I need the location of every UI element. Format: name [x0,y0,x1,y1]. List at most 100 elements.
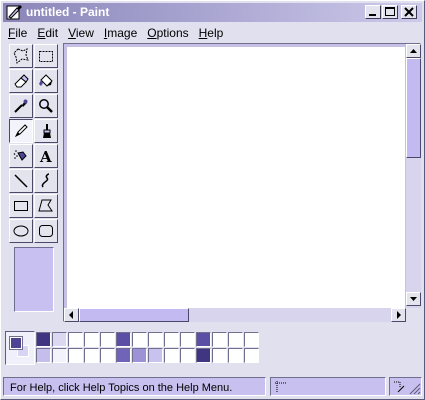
palette-swatch[interactable] [100,332,115,347]
menu-label-rest: mage [107,26,138,40]
tool-line[interactable] [9,169,33,193]
palette-swatch[interactable] [180,348,195,363]
palette-swatch[interactable] [100,348,115,363]
tool-box: A [5,43,59,315]
tool-rectangle[interactable] [9,194,33,218]
tool-magnifier[interactable] [34,94,58,118]
status-help-text: For Help, click Help Topics on the Help … [10,382,233,394]
horizontal-scroll-thumb[interactable] [79,308,189,322]
palette-swatch[interactable] [52,332,67,347]
palette-swatch[interactable] [36,332,51,347]
tool-curve[interactable] [34,169,58,193]
menu-label-rest: iew [75,26,94,40]
tool-text[interactable]: A [34,144,58,168]
menu-help[interactable]: Help [194,23,229,42]
maximize-button[interactable] [382,5,398,19]
free-form-select-icon [13,48,29,64]
tool-rounded-rectangle[interactable] [34,219,58,243]
tool-eraser[interactable] [9,69,33,93]
color-box [5,331,421,365]
polygon-icon [38,199,53,212]
palette-swatch[interactable] [68,332,83,347]
palette-swatch[interactable] [116,332,131,347]
menu-accelerator: O [147,26,157,40]
foreground-color-swatch [9,336,23,350]
menu-label-rest: ptions [156,26,189,40]
ellipse-icon [13,225,29,237]
window-title: untitled - Paint [26,5,110,19]
menu-image[interactable]: Image [99,23,142,42]
arrow-right-icon [397,311,401,319]
paint-app-icon[interactable] [6,4,23,21]
palette-swatch[interactable] [212,332,227,347]
current-colors [5,331,35,365]
palette-swatch[interactable] [36,348,51,363]
drawing-canvas[interactable] [67,47,405,309]
tool-pencil[interactable] [9,119,33,143]
arrow-left-icon [69,311,73,319]
text-icon: A [39,148,52,164]
tool-fill-with-color[interactable] [34,69,58,93]
rounded-rectangle-icon [39,225,53,237]
status-help-panel: For Help, click Help Topics on the Help … [3,377,266,396]
menu-view[interactable]: View [63,23,99,42]
palette-swatch[interactable] [164,332,179,347]
scroll-left-button[interactable] [64,308,79,322]
close-button[interactable] [401,5,417,19]
minimize-icon [369,14,376,16]
tool-options-panel[interactable] [14,247,54,312]
palette-swatch[interactable] [228,332,243,347]
palette-swatch[interactable] [148,332,163,347]
palette-swatch[interactable] [116,348,131,363]
palette-swatch[interactable] [132,348,147,363]
status-bar: For Help, click Help Topics on the Help … [3,377,422,397]
tool-polygon[interactable] [34,194,58,218]
vertical-scroll-thumb[interactable] [406,58,421,158]
palette-swatch[interactable] [196,332,211,347]
tool-airbrush[interactable] [9,144,33,168]
selection-size-icon [394,381,405,393]
menu-file[interactable]: File [3,23,32,42]
maximize-icon [385,7,395,16]
fill-with-color-icon [39,74,53,87]
palette-swatch[interactable] [132,332,147,347]
scroll-down-button[interactable] [406,292,421,306]
palette-swatch[interactable] [148,348,163,363]
close-icon [404,7,414,17]
tool-select[interactable] [34,44,58,68]
arrow-up-icon [410,49,417,53]
horizontal-scrollbar[interactable] [64,308,406,322]
palette-swatch[interactable] [52,348,67,363]
tool-ellipse[interactable] [9,219,33,243]
palette-swatch[interactable] [164,348,179,363]
pick-color-icon [14,99,28,113]
resize-grip-icon[interactable] [409,383,421,395]
vertical-scrollbar[interactable] [406,44,421,308]
menu-edit[interactable]: Edit [32,23,63,42]
tool-brush[interactable] [34,119,58,143]
title-bar[interactable]: untitled - Paint [3,3,422,22]
canvas-area [63,43,421,322]
menu-label-rest: ile [15,26,28,40]
palette-swatch[interactable] [68,348,83,363]
scroll-up-button[interactable] [406,44,421,58]
menu-options[interactable]: Options [142,23,193,42]
palette-swatch[interactable] [84,348,99,363]
eraser-icon [14,74,29,88]
scroll-right-button[interactable] [391,308,406,322]
tool-pick-color[interactable] [9,94,33,118]
palette-swatch[interactable] [244,332,259,347]
menu-accelerator: V [68,26,76,40]
minimize-button[interactable] [365,5,381,19]
palette-swatch[interactable] [84,332,99,347]
tool-free-form-select[interactable] [9,44,33,68]
palette-swatch[interactable] [196,348,211,363]
arrow-down-icon [410,297,417,301]
palette-swatch[interactable] [212,348,227,363]
menu-bar: File Edit View Image Options Help [3,23,228,42]
menu-label-rest: elp [207,26,224,40]
palette-swatch[interactable] [244,348,259,363]
palette-swatch[interactable] [180,332,195,347]
palette-swatch[interactable] [228,348,243,363]
status-position-panel [270,377,386,396]
